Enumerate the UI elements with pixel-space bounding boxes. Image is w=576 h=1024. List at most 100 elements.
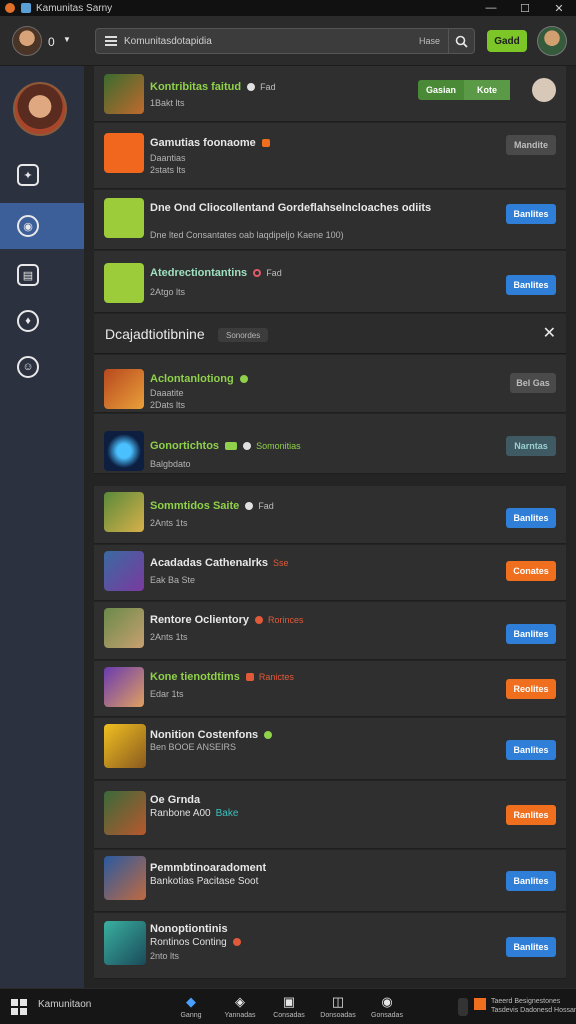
taskbar-item[interactable]: ◉ Gonsadas <box>365 994 409 1019</box>
search-hint: Hase <box>418 36 440 46</box>
card-subtitle: Daantias <box>150 153 186 163</box>
item-button[interactable]: Banlites <box>506 624 556 644</box>
game-thumbnail <box>104 74 144 114</box>
action-button[interactable]: Gasian <box>418 85 464 95</box>
notification-icon[interactable] <box>474 998 486 1010</box>
action-button-secondary[interactable]: Kote <box>464 80 510 100</box>
nav-store[interactable]: ♦ <box>0 298 84 344</box>
card-tag: Fad <box>266 268 282 278</box>
user-avatar[interactable] <box>12 26 42 56</box>
card-title: Atedrectiontantins <box>150 267 248 279</box>
list-item[interactable]: Atedrectiontantins Fad 2Atgo lts Banlites <box>94 251 566 313</box>
game-thumbnail <box>104 431 144 471</box>
list-item[interactable]: Oe Grnda Ranbone A00 Bake Ranlites <box>94 781 566 849</box>
window-icon: ▣ <box>282 994 296 1009</box>
item-button[interactable]: Reolites <box>506 679 556 699</box>
nav-friends[interactable]: ☺ <box>0 344 84 390</box>
section-pill[interactable]: Sonordes <box>218 328 269 342</box>
item-title: Pemmbtinoaradoment <box>150 862 267 874</box>
item-subtitle: Daaatite <box>150 388 184 398</box>
card-button[interactable]: Banlites <box>506 204 556 224</box>
hexagon-icon: ✦ <box>17 164 39 186</box>
item-button[interactable]: Banlites <box>506 871 556 891</box>
close-window-button[interactable]: ✕ <box>542 2 576 15</box>
game-thumbnail <box>104 608 144 648</box>
game-thumbnail <box>104 791 146 835</box>
card-title: Gamutias foonaome <box>150 137 256 149</box>
friend-avatar[interactable] <box>532 78 556 102</box>
taskbar-item[interactable]: ◈ Yannadas <box>218 994 262 1019</box>
tray-icon[interactable] <box>458 998 468 1016</box>
card-button[interactable]: Mandite <box>506 135 556 155</box>
taskbar-item[interactable]: ▣ Consadas <box>267 994 311 1019</box>
card-button[interactable]: Banlites <box>506 275 556 295</box>
list-item[interactable]: Aclontanlotiong Daaatite 2Dats lts Bel G… <box>94 355 566 413</box>
item-tag: Rorinces <box>268 615 304 625</box>
item-title: Nonoptiontinis <box>150 923 228 935</box>
card-title: Kontribitas faitud <box>150 81 242 93</box>
maximize-button[interactable]: ☐ <box>508 2 542 15</box>
go-button[interactable]: Gadd <box>487 30 527 52</box>
item-button[interactable]: Ranlites <box>506 805 556 825</box>
taskbar-item[interactable]: ◆ Ganng <box>169 994 213 1019</box>
list-item[interactable]: Gamutias foonaome Daantias 2stats lts Ma… <box>94 123 566 189</box>
window-title: Kamunitas Sarny <box>36 2 113 14</box>
community-icon: ◉ <box>17 215 39 237</box>
profile-avatar[interactable] <box>537 26 567 56</box>
item-button[interactable]: Conates <box>506 561 556 581</box>
item-title: Rentore Oclientory <box>150 614 250 626</box>
item-button[interactable]: Narntas <box>506 436 556 456</box>
item-tag: Ranictes <box>258 672 294 682</box>
item-button[interactable]: Banlites <box>506 740 556 760</box>
item-button[interactable]: Banlites <box>506 508 556 528</box>
list-item[interactable]: Kontribitas faitud Fad 1Bakt lts Gasian K… <box>94 66 566 122</box>
list-item[interactable]: Gonortichtos Somonitias Balgbdato Narntas <box>94 414 566 474</box>
close-icon[interactable]: ✕ <box>543 323 556 343</box>
taskbar-label: Kamunitaon <box>38 999 92 1010</box>
taskbar-item[interactable]: ◫ Donsoadas <box>316 994 360 1019</box>
list-item[interactable]: Nonition Costenfons Ben BOOE ANSEIRS Ban… <box>94 718 566 780</box>
list-item[interactable]: Pemmbtinoaradoment Bankotias Pacitase So… <box>94 850 566 912</box>
search-bar[interactable]: Komunitasdotapidia Hase <box>95 28 475 54</box>
game-thumbnail <box>104 263 144 303</box>
nav-library[interactable]: ▤ <box>0 252 84 298</box>
game-thumbnail <box>104 551 144 591</box>
item-subtitle: Eak Ba Ste <box>150 575 196 585</box>
side-profile-avatar[interactable] <box>13 82 67 136</box>
item-tag: Bake <box>215 808 239 819</box>
item-subtitle: Ben BOOE ANSEIRS <box>150 742 237 752</box>
item-title: Acadadas Cathenalrks <box>150 557 268 569</box>
list-item[interactable]: Nonoptiontinis Rontinos Conting 2nto lts… <box>94 913 566 979</box>
action-group: Gasian Kote <box>418 80 510 100</box>
list-item[interactable]: Dne Ond Cliocollentand Gordeflahselncloa… <box>94 190 566 250</box>
card-title: Dne Ond Cliocollentand Gordeflahselncloa… <box>150 202 432 214</box>
card-subtitle: 1Bakt lts <box>150 98 185 108</box>
item-button[interactable]: Banlites <box>506 937 556 957</box>
window-titlebar: Kamunitas Sarny — ☐ ✕ <box>0 0 576 16</box>
chevron-down-icon[interactable]: ▼ <box>63 35 71 44</box>
main-content: Kontribitas faitud Fad 1Bakt lts Gasian K… <box>86 66 576 988</box>
card-subtitle: Dne lted Consantates oab laqdipeljo Kaen… <box>150 230 344 240</box>
tray-clock: Taeerd Besignestones Tasdevis Dadonesd H… <box>491 998 576 1014</box>
status-count: 0 <box>48 35 55 49</box>
friends-icon: ☺ <box>17 356 39 378</box>
item-subtitle: Bankotias Pacitase Soot <box>150 876 259 887</box>
item-title: Gonortichtos <box>150 440 220 452</box>
nav-communities[interactable]: ◉ <box>0 203 84 249</box>
windows-start-icon[interactable] <box>11 999 27 1015</box>
item-title: Oe Grnda <box>150 794 201 806</box>
game-thumbnail <box>104 856 146 900</box>
list-item[interactable]: Kone tienotdtims Ranictes Edar 1ts Reolit… <box>94 661 566 717</box>
disc-icon: ◉ <box>381 994 393 1009</box>
nav-home[interactable]: ✦ <box>0 152 84 198</box>
list-item[interactable]: Sommtidos Saite Fad 2Ants 1ts Banlites <box>94 486 566 544</box>
search-icon[interactable] <box>448 29 474 53</box>
item-subtitle: Rontinos Conting <box>150 937 227 948</box>
list-item[interactable]: Rentore Oclientory Rorinces 2Ants 1ts Ban… <box>94 602 566 660</box>
item-button[interactable]: Bel Gas <box>510 373 556 393</box>
game-thumbnail <box>104 667 144 707</box>
minimize-button[interactable]: — <box>474 2 508 15</box>
search-input[interactable]: Komunitasdotapidia <box>124 36 419 47</box>
list-item[interactable]: Acadadas Cathenalrks Sse Eak Ba Ste Conat… <box>94 545 566 601</box>
game-thumbnail <box>104 921 146 965</box>
